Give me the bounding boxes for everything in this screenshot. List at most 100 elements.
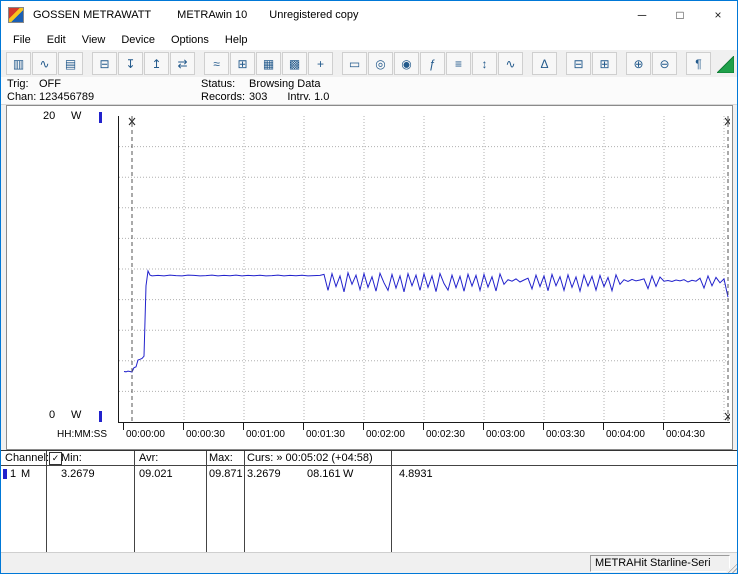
zoom-window-icon[interactable]: ⊞ [230, 52, 255, 75]
menu-item-help[interactable]: Help [217, 31, 256, 49]
chan-label: Chan: [7, 91, 37, 103]
print-list-icon[interactable]: ⊞ [592, 52, 617, 75]
checkmark-icon: ✓ [51, 453, 60, 463]
table-view-icon[interactable]: ▦ [256, 52, 281, 75]
menu-item-file[interactable]: File [5, 31, 39, 49]
x-axis-tick [363, 422, 364, 430]
menu-item-edit[interactable]: Edit [39, 31, 74, 49]
toolbar-group: ¶ [686, 52, 712, 75]
x-axis-tick-label: 00:00:00 [126, 429, 165, 440]
resize-triangle-icon [717, 56, 734, 73]
x-axis-tick [483, 422, 484, 430]
app-status: Status: Browsing Data [201, 78, 329, 91]
channel-color-marker-bottom [99, 411, 102, 422]
title-bar[interactable]: GOSSEN METRAWATT METRAwin 10 Unregistere… [1, 1, 737, 29]
status-label: Status: [201, 78, 236, 90]
close-button[interactable]: × [699, 1, 737, 29]
channel-row-marker [3, 469, 7, 479]
value-delta: 4.8931 [399, 468, 433, 480]
app-window: GOSSEN METRAWATT METRAwin 10 Unregistere… [0, 0, 738, 574]
transfer-icon[interactable]: ⇄ [170, 52, 195, 75]
x-axis-tick [543, 422, 544, 430]
matrix-view-icon[interactable]: ▩ [282, 52, 307, 75]
envelope-icon[interactable]: ∿ [498, 52, 523, 75]
minmax-icon[interactable]: ↕ [472, 52, 497, 75]
comment-icon[interactable]: ¶ [686, 52, 711, 75]
device-field: METRAHit Starline-Seri [590, 555, 730, 572]
col-header-cursor: Curs: » 00:05:02 (+04:58) [247, 452, 373, 464]
x-axis-tick [123, 422, 124, 430]
channel-number: 1 [10, 468, 17, 480]
export-icon[interactable]: ↧ [118, 52, 143, 75]
digital-display-icon[interactable]: ▭ [342, 52, 367, 75]
analog-display-icon[interactable]: ◎ [368, 52, 393, 75]
x-axis-tick-label: 00:04:30 [666, 429, 705, 440]
maximize-button[interactable]: □ [661, 1, 699, 29]
import-icon[interactable]: ↥ [144, 52, 169, 75]
channel-mode: M [21, 468, 31, 480]
memory-icon[interactable]: ≡ [446, 52, 471, 75]
meter-icon[interactable]: ◉ [394, 52, 419, 75]
toolbar: ▥ ∿ ▤ ⊟ ↧ ↥ ⇄ ≈ ⊞ ▦ ▩ + ▭ ◎ ◉ ƒ ≡ ↕ ∿ Δ ⊟ ⊞ ⊕ ⊖ ¶ [1, 50, 737, 78]
value-min: 3.2679 [61, 468, 95, 480]
window-controls: ─ □ × [623, 1, 737, 29]
toolbar-group: ⊕ ⊖ [626, 52, 678, 75]
col-header-avr: Avr: [139, 452, 159, 464]
toolbar-group: ▥ ∿ ▤ [6, 52, 84, 75]
cursor-icon[interactable]: + [308, 52, 333, 75]
x-axis-tick-label: 00:03:30 [546, 429, 585, 440]
menu-bar: File Edit View Device Options Help [1, 29, 737, 50]
table-column-divider [244, 451, 245, 552]
open-icon[interactable]: ▤ [58, 52, 83, 75]
toolbar-group: ▭ ◎ ◉ ƒ ≡ ↕ ∿ [342, 52, 524, 75]
status-value: Browsing Data [249, 78, 321, 90]
minimize-button[interactable]: ─ [623, 1, 661, 29]
value-unit: W [343, 468, 354, 480]
table-column-divider [206, 451, 207, 552]
records-value: 303 [249, 91, 268, 103]
toolbar-group: ≈ ⊞ ▦ ▩ + [204, 52, 334, 75]
menu-item-device[interactable]: Device [113, 31, 163, 49]
toolbar-group: ⊟ ↧ ↥ ⇄ [92, 52, 196, 75]
curve-file-icon[interactable]: ∿ [32, 52, 57, 75]
x-axis-tick [663, 422, 664, 430]
col-header-max: Max: [209, 452, 233, 464]
interval-label: Intrv. [287, 91, 311, 103]
print-graph-icon[interactable]: ⊟ [566, 52, 591, 75]
x-axis-tick-label: 00:02:30 [426, 429, 465, 440]
multi-curve-icon[interactable]: ≈ [204, 52, 229, 75]
col-header-channel: Channel: [5, 452, 50, 464]
value-max: 09.871 [209, 468, 243, 480]
col-header-min: Min: [61, 452, 82, 464]
trig-label: Trig: [7, 78, 29, 90]
y-axis-unit-top: W [71, 110, 82, 122]
trigger-bell-icon[interactable]: Δ [532, 52, 557, 75]
x-axis-tick [603, 422, 604, 430]
data-trace [123, 269, 729, 373]
toolbar-group: ⊟ ⊞ [566, 52, 618, 75]
toolbar-group: Δ [532, 52, 558, 75]
y-axis-max-label: 20 [43, 110, 56, 122]
records-label: Records: [201, 91, 246, 103]
y-axis-min-label: 0 [49, 409, 56, 421]
y-axis-unit-bottom: W [71, 409, 82, 421]
x-axis-tick [243, 422, 244, 430]
value-avr: 09.021 [139, 468, 173, 480]
fx-icon[interactable]: ƒ [420, 52, 445, 75]
save-icon[interactable]: ▥ [6, 52, 31, 75]
table-column-divider [391, 451, 392, 552]
zoom-in-time-icon[interactable]: ⊕ [626, 52, 651, 75]
value-cursor-b: 08.161 [307, 468, 341, 480]
zoom-out-time-icon[interactable]: ⊖ [652, 52, 677, 75]
menu-item-options[interactable]: Options [163, 31, 217, 49]
menu-item-view[interactable]: View [74, 31, 114, 49]
chart-area: 20 W 0 W HH:MM:SS 00:00:00 00:00:30 00:01:… [6, 105, 733, 450]
channel-table: Channel: ✓ Min: Avr: Max: Curs: » 00:05:… [1, 450, 737, 552]
table-column-divider [46, 451, 47, 552]
print-form-icon[interactable]: ⊟ [92, 52, 117, 75]
x-axis-tick-label: 00:01:00 [246, 429, 285, 440]
title-app: METRAwin 10 [177, 9, 248, 21]
trig-value: OFF [39, 78, 61, 90]
chart-plot[interactable] [118, 116, 732, 423]
x-axis-tick-label: 00:03:00 [486, 429, 525, 440]
